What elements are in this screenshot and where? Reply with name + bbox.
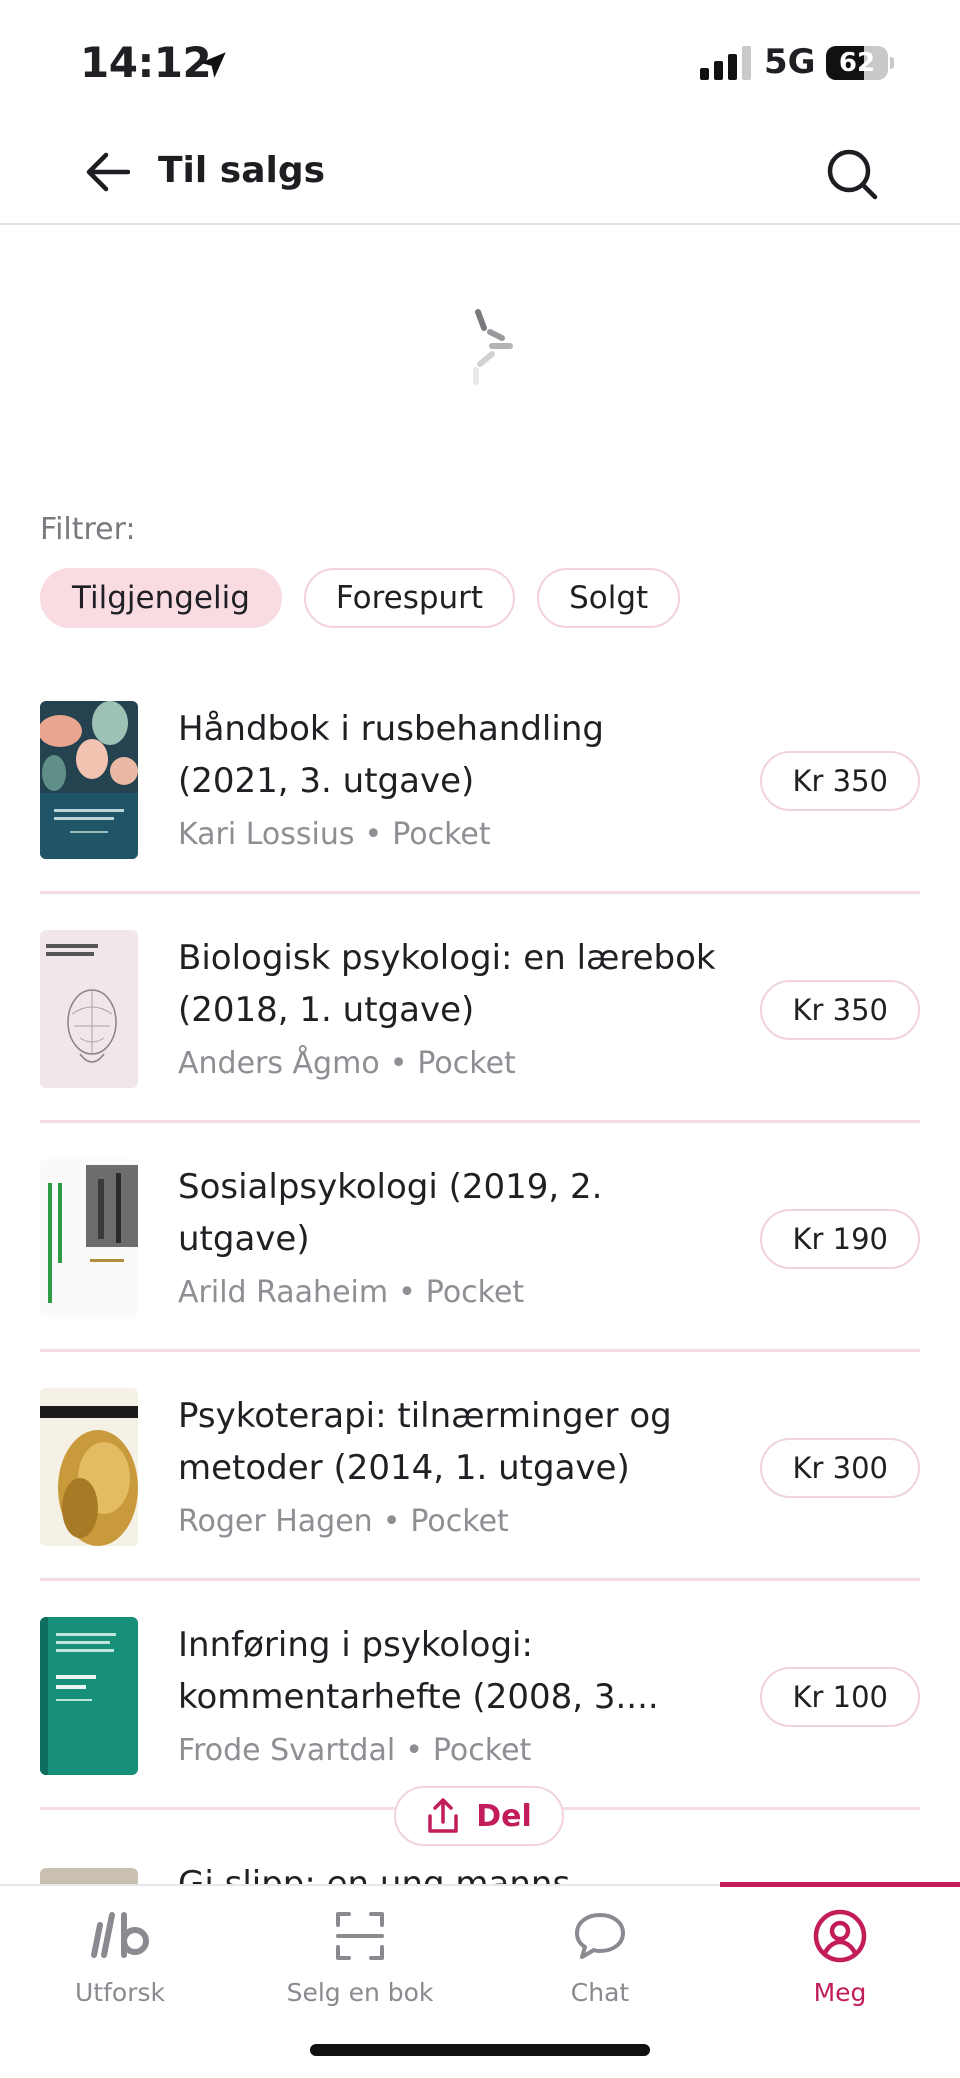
arrow-left-icon	[86, 152, 130, 192]
book-format: Pocket	[392, 817, 491, 852]
filter-chip-available[interactable]: Tilgjengelig	[40, 568, 282, 628]
filter-chips: Tilgjengelig Forespurt Solgt	[40, 568, 681, 628]
book-format: Pocket	[432, 1733, 532, 1768]
status-time: 14:12	[80, 38, 212, 87]
filter-chip-sold[interactable]: Solgt	[537, 568, 681, 628]
price-badge[interactable]: Kr 350	[760, 980, 920, 1040]
book-format: Pocket	[425, 1275, 525, 1310]
book-list: Håndbok i rusbehandling (2021, 3. utgave…	[40, 665, 920, 1810]
book-title: Biologisk psykologi: en lærebok (2018, 1…	[178, 938, 716, 1030]
filter-label: Filtrer:	[40, 512, 136, 547]
share-icon	[428, 1798, 458, 1833]
loading-spinner-icon	[473, 309, 513, 385]
price-badge[interactable]: Kr 300	[760, 1438, 920, 1498]
network-type: 5G	[764, 42, 816, 82]
book-cover-image	[40, 1388, 138, 1546]
back-button[interactable]	[78, 142, 138, 202]
tab-label: Meg	[813, 1978, 867, 2007]
tab-sell-book[interactable]: Selg en bok	[240, 1906, 480, 2016]
book-cover-image	[40, 1159, 138, 1317]
filter-chip-requested[interactable]: Forespurt	[303, 568, 516, 628]
book-meta: Frode Svartdal • Pocket	[178, 1733, 532, 1768]
book-format: Pocket	[417, 1046, 516, 1081]
book-title: Håndbok i rusbehandling (2021, 3. utgave…	[178, 709, 604, 801]
book-list-item[interactable]: Sosialpsykologi (2019, 2. utgave) Arild …	[40, 1123, 920, 1352]
location-arrow-icon	[200, 52, 226, 78]
book-title: Innføring i psykologi: kommentarhefte (2…	[178, 1625, 659, 1717]
app-header: Til salgs	[0, 120, 960, 225]
book-meta: Kari Lossius • Pocket	[178, 817, 491, 852]
book-meta: Anders Ågmo • Pocket	[178, 1046, 516, 1081]
explore-logo-icon	[91, 1912, 150, 1958]
book-title: Sosialpsykologi (2019, 2. utgave)	[178, 1167, 603, 1259]
scan-icon	[336, 1912, 384, 1960]
price-badge[interactable]: Kr 350	[760, 751, 920, 811]
book-format: Pocket	[410, 1504, 509, 1539]
tab-chat[interactable]: Chat	[480, 1906, 720, 2016]
book-author: Anders Ågmo	[178, 1046, 380, 1081]
active-tab-indicator	[720, 1882, 960, 1887]
search-icon	[827, 149, 878, 200]
share-label: Del	[476, 1798, 532, 1834]
book-list-item[interactable]: Biologisk psykologi: en lærebok (2018, 1…	[40, 894, 920, 1123]
home-indicator	[310, 2044, 650, 2056]
book-list-item[interactable]: Innføring i psykologi: kommentarhefte (2…	[40, 1581, 920, 1810]
book-meta: Arild Raaheim • Pocket	[178, 1275, 525, 1310]
book-cover-image	[40, 930, 138, 1088]
book-author: Arild Raaheim	[178, 1275, 389, 1310]
book-list-item[interactable]: Håndbok i rusbehandling (2021, 3. utgave…	[40, 665, 920, 894]
profile-icon	[813, 1909, 867, 1963]
book-meta: Roger Hagen • Pocket	[178, 1504, 509, 1539]
chat-bubble-icon	[575, 1913, 625, 1959]
book-author: Kari Lossius	[178, 817, 355, 852]
tab-profile[interactable]: Meg	[720, 1906, 960, 2016]
book-title: Psykoterapi: tilnærminger og metoder (20…	[178, 1396, 672, 1488]
book-author: Roger Hagen	[178, 1504, 373, 1539]
battery-percent: 62	[838, 48, 876, 78]
tab-label: Chat	[570, 1978, 630, 2007]
tab-label: Selg en bok	[286, 1978, 434, 2007]
battery-icon: 62	[826, 46, 894, 80]
book-author: Frode Svartdal	[178, 1733, 396, 1768]
price-badge[interactable]: Kr 190	[760, 1209, 920, 1269]
price-badge[interactable]: Kr 100	[760, 1667, 920, 1727]
status-bar: 14:12 5G 62	[0, 0, 960, 120]
tab-label: Utforsk	[75, 1978, 165, 2007]
share-button[interactable]: Del	[394, 1786, 564, 1846]
tab-explore[interactable]: Utforsk	[0, 1906, 240, 2016]
book-cover-image	[40, 1617, 138, 1775]
book-list-item[interactable]: Psykoterapi: tilnærminger og metoder (20…	[40, 1352, 920, 1581]
search-button[interactable]	[818, 140, 886, 208]
cellular-signal-icon	[700, 46, 751, 80]
book-cover-image	[40, 701, 138, 859]
page-title: Til salgs	[158, 150, 326, 191]
